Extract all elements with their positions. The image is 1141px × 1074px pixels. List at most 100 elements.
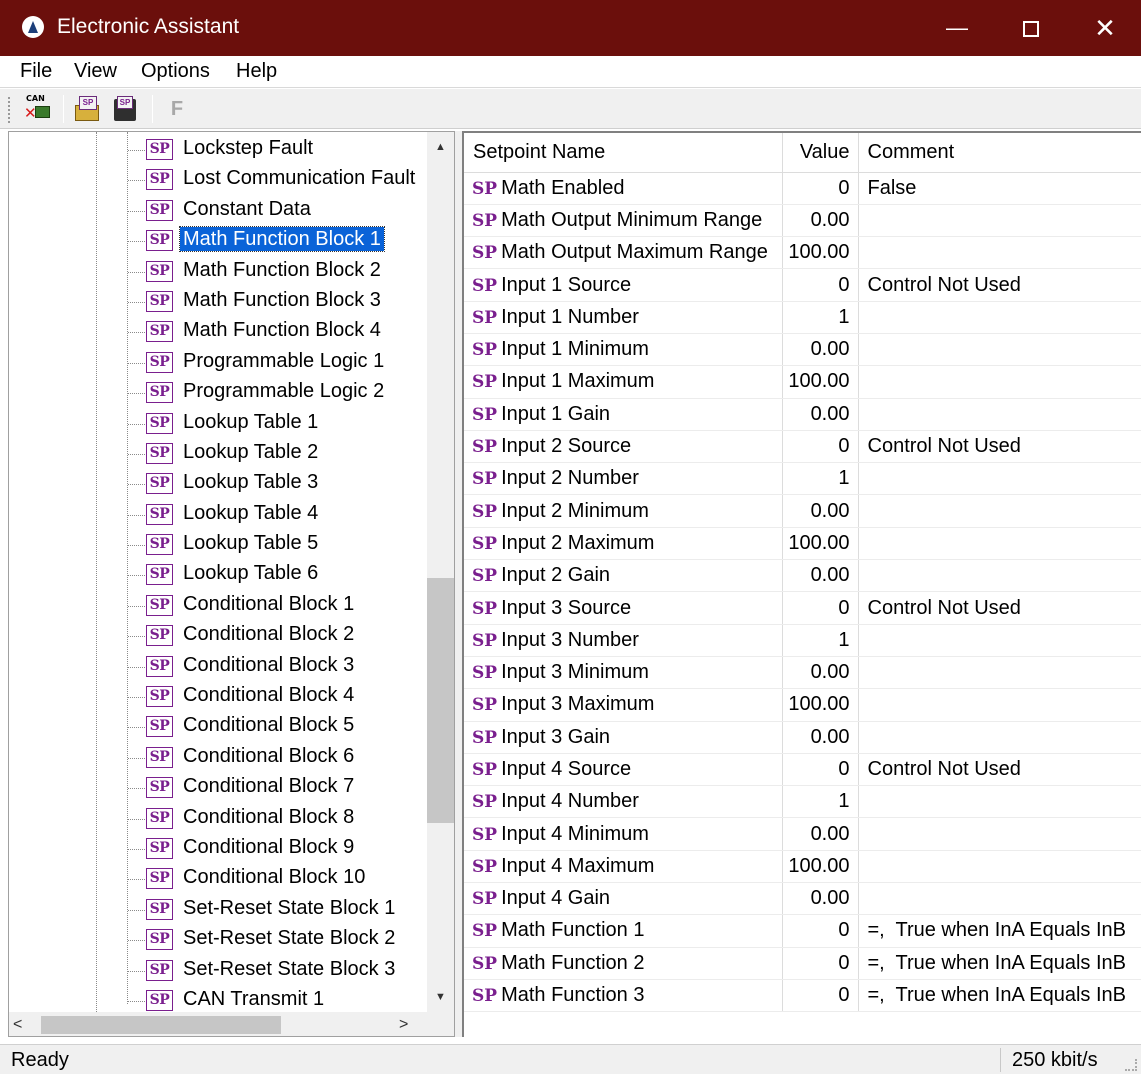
table-row[interactable]: SP Input 1 Number 1: [464, 301, 1141, 334]
setpoint-name-cell[interactable]: SP Math Function 1: [464, 914, 783, 948]
tree-item[interactable]: SP CAN Transmit 1: [9, 984, 427, 1014]
tree-item[interactable]: SP Conditional Block 3: [9, 650, 427, 680]
setpoint-value-cell[interactable]: 100.00: [782, 365, 859, 399]
table-row[interactable]: SP Input 3 Gain 0.00: [464, 721, 1141, 754]
setpoint-name-cell[interactable]: SP Input 4 Minimum: [464, 817, 783, 851]
setpoint-name-cell[interactable]: SP Input 1 Number: [464, 301, 783, 334]
table-row[interactable]: SP Math Function 3 0 =, True when InA Equal…: [464, 979, 1141, 1013]
setpoint-value-cell[interactable]: 0: [782, 591, 859, 625]
setpoint-name-cell[interactable]: SP Input 3 Number: [464, 624, 783, 657]
column-header-comment[interactable]: Comment: [858, 133, 1141, 173]
menu-options[interactable]: Options: [141, 60, 210, 83]
setpoint-value-cell[interactable]: 0.00: [782, 559, 859, 593]
setpoint-value-cell[interactable]: 1: [782, 301, 859, 334]
table-row[interactable]: SP Input 1 Gain 0.00: [464, 398, 1141, 431]
tree-item[interactable]: SP Programmable Logic 2: [9, 376, 427, 406]
tree-item[interactable]: SP Conditional Block 8: [9, 802, 427, 832]
setpoint-value-cell[interactable]: 0.00: [782, 882, 859, 916]
setpoint-value-cell[interactable]: 1: [782, 624, 859, 657]
save-setpoint-file-button[interactable]: SP: [111, 95, 139, 123]
setpoint-value-cell[interactable]: 0: [782, 753, 859, 787]
tree-item[interactable]: SP Set-Reset State Block 2: [9, 923, 427, 953]
tree-item[interactable]: SP Conditional Block 10: [9, 862, 427, 892]
maximize-button[interactable]: [994, 0, 1068, 56]
setpoint-value-cell[interactable]: 0.00: [782, 398, 859, 431]
setpoint-name-cell[interactable]: SP Input 1 Gain: [464, 398, 783, 431]
tree-item[interactable]: SP Set-Reset State Block 3: [9, 954, 427, 984]
table-row[interactable]: SP Math Enabled 0 False: [464, 172, 1141, 205]
tree-item[interactable]: SP Lookup Table 5: [9, 528, 427, 558]
setpoint-value-cell[interactable]: 0.00: [782, 817, 859, 851]
setpoint-name-cell[interactable]: SP Input 3 Minimum: [464, 656, 783, 690]
open-setpoint-file-button[interactable]: SP: [73, 95, 101, 123]
resize-grip[interactable]: [1125, 1059, 1137, 1071]
scroll-down-button[interactable]: ▼: [427, 984, 454, 1010]
setpoint-name-cell[interactable]: SP Math Function 2: [464, 947, 783, 980]
tree-item[interactable]: SP Conditional Block 9: [9, 832, 427, 862]
tree-item[interactable]: SP Conditional Block 1: [9, 589, 427, 619]
setpoint-name-cell[interactable]: SP Math Function 3: [464, 979, 783, 1013]
tree-item[interactable]: SP Constant Data: [9, 194, 427, 224]
setpoint-name-cell[interactable]: SP Math Output Minimum Range: [464, 204, 783, 238]
table-row[interactable]: SP Input 1 Minimum 0.00: [464, 333, 1141, 367]
setpoint-name-cell[interactable]: SP Math Enabled: [464, 172, 783, 205]
setpoint-name-cell[interactable]: SP Input 3 Gain: [464, 721, 783, 754]
tree-item[interactable]: SP Math Function Block 1: [9, 224, 427, 254]
tree-item[interactable]: SP Conditional Block 4: [9, 680, 427, 710]
tree-item[interactable]: SP Math Function Block 4: [9, 315, 427, 345]
tree-item[interactable]: SP Lookup Table 1: [9, 407, 427, 437]
scroll-right-button[interactable]: >: [399, 1012, 423, 1036]
setpoint-value-cell[interactable]: 0.00: [782, 204, 859, 238]
tree-item[interactable]: SP Lockstep Fault: [9, 133, 427, 163]
menu-view[interactable]: View: [74, 60, 117, 83]
table-row[interactable]: SP Math Function 2 0 =, True when InA Equal…: [464, 947, 1141, 980]
setpoint-name-cell[interactable]: SP Input 4 Gain: [464, 882, 783, 916]
setpoint-name-cell[interactable]: SP Math Output Maximum Range: [464, 236, 783, 270]
setpoint-value-cell[interactable]: 0.00: [782, 721, 859, 754]
tree-item[interactable]: SP Lost Communication Fault: [9, 163, 427, 193]
setpoint-name-cell[interactable]: SP Input 2 Minimum: [464, 494, 783, 528]
setpoint-value-cell[interactable]: 0: [782, 914, 859, 948]
can-connect-button[interactable]: CAN ✕: [24, 94, 52, 123]
table-row[interactable]: SP Input 3 Maximum 100.00: [464, 688, 1141, 722]
table-row[interactable]: SP Input 4 Number 1: [464, 785, 1141, 819]
tree-item[interactable]: SP Lookup Table 2: [9, 437, 427, 467]
menu-help[interactable]: Help: [236, 60, 277, 83]
table-row[interactable]: SP Input 2 Minimum 0.00: [464, 494, 1141, 528]
setpoint-name-cell[interactable]: SP Input 2 Gain: [464, 559, 783, 593]
tree-item[interactable]: SP Math Function Block 3: [9, 285, 427, 315]
setpoint-name-cell[interactable]: SP Input 2 Maximum: [464, 527, 783, 561]
tree-item[interactable]: SP Set-Reset State Block 1: [9, 893, 427, 923]
flash-button[interactable]: F: [163, 95, 191, 123]
tree-item[interactable]: SP Conditional Block 2: [9, 619, 427, 649]
setpoint-value-cell[interactable]: 0: [782, 947, 859, 980]
setpoint-value-cell[interactable]: 1: [782, 462, 859, 496]
table-row[interactable]: SP Input 4 Source 0 Control Not Used: [464, 753, 1141, 787]
tree-item[interactable]: SP Lookup Table 3: [9, 467, 427, 497]
setpoint-name-cell[interactable]: SP Input 3 Source: [464, 591, 783, 625]
setpoint-value-cell[interactable]: 0.00: [782, 494, 859, 528]
table-row[interactable]: SP Input 4 Gain 0.00: [464, 882, 1141, 916]
column-header-value[interactable]: Value: [782, 133, 859, 173]
table-row[interactable]: SP Math Output Minimum Range 0.00: [464, 204, 1141, 238]
setpoint-name-cell[interactable]: SP Input 4 Number: [464, 785, 783, 819]
setpoint-value-cell[interactable]: 100.00: [782, 236, 859, 270]
panel-splitter[interactable]: [455, 131, 462, 1037]
setpoint-value-cell[interactable]: 100.00: [782, 688, 859, 722]
toolbar-grip[interactable]: [8, 97, 11, 123]
tree-item[interactable]: SP Lookup Table 6: [9, 558, 427, 588]
table-row[interactable]: SP Input 2 Maximum 100.00: [464, 527, 1141, 561]
table-row[interactable]: SP Math Output Maximum Range 100.00: [464, 236, 1141, 270]
minimize-button[interactable]: —: [920, 0, 994, 56]
table-row[interactable]: SP Input 2 Number 1: [464, 462, 1141, 496]
table-row[interactable]: SP Input 3 Source 0 Control Not Used: [464, 591, 1141, 625]
setpoint-name-cell[interactable]: SP Input 3 Maximum: [464, 688, 783, 722]
table-row[interactable]: SP Input 1 Maximum 100.00: [464, 365, 1141, 399]
setpoint-name-cell[interactable]: SP Input 4 Maximum: [464, 850, 783, 884]
setpoint-name-cell[interactable]: SP Input 1 Maximum: [464, 365, 783, 399]
tree-item[interactable]: SP Conditional Block 6: [9, 741, 427, 771]
setpoint-value-cell[interactable]: 100.00: [782, 527, 859, 561]
menu-file[interactable]: File: [20, 60, 52, 83]
tree-horizontal-scrollbar[interactable]: < >: [9, 1012, 427, 1036]
setpoint-value-cell[interactable]: 0.00: [782, 656, 859, 690]
